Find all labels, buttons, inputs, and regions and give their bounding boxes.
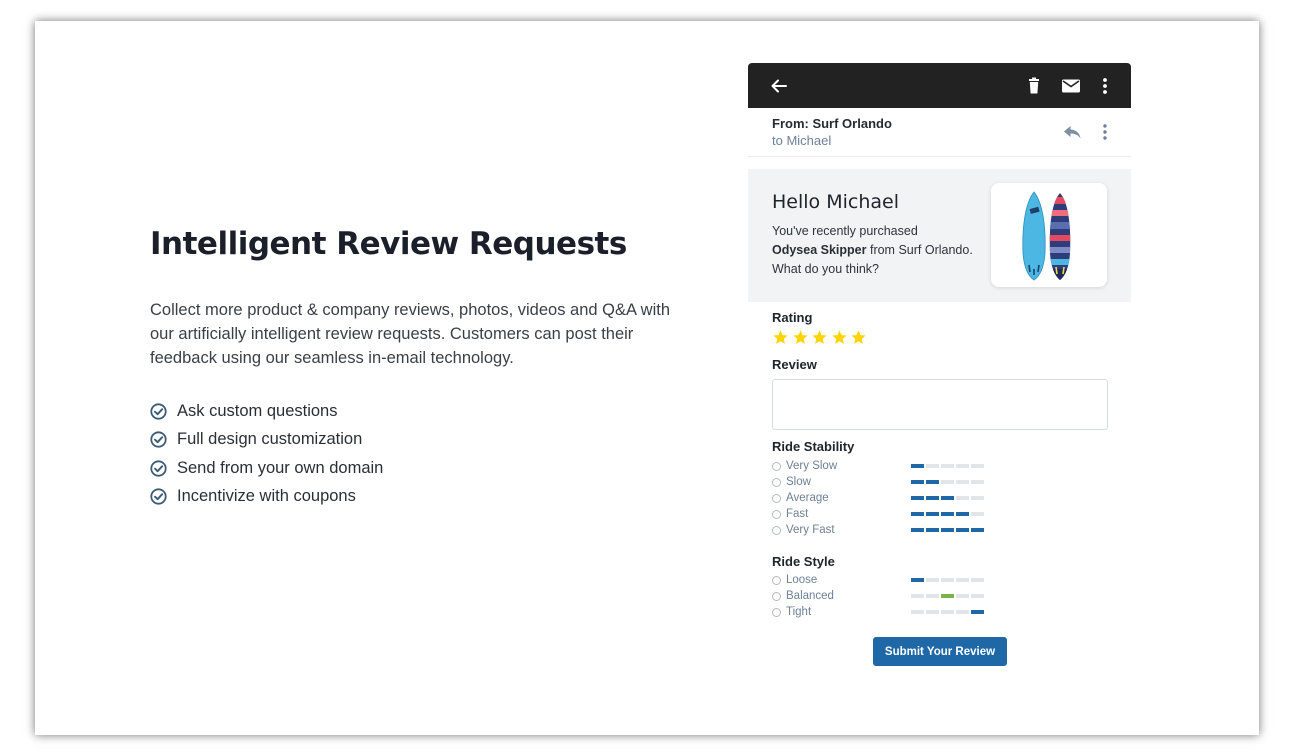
radio-button[interactable] bbox=[772, 525, 781, 535]
feature-label: Ask custom questions bbox=[177, 401, 338, 420]
ride-stability-options: Very Slow Slow Average Fast Very Fast bbox=[772, 458, 1012, 538]
radio-button[interactable] bbox=[772, 461, 781, 471]
feature-item: Full design customization bbox=[150, 426, 383, 455]
style-option[interactable]: Tight bbox=[772, 604, 1012, 620]
submit-review-button[interactable]: Submit Your Review bbox=[873, 637, 1007, 666]
check-circle-icon bbox=[150, 431, 167, 448]
radio-button[interactable] bbox=[772, 591, 781, 601]
star-rating[interactable] bbox=[772, 329, 870, 346]
level-bars bbox=[911, 480, 986, 484]
check-circle-icon bbox=[150, 403, 167, 420]
trash-icon[interactable] bbox=[1023, 75, 1045, 97]
feature-label: Incentivize with coupons bbox=[177, 487, 356, 506]
review-label: Review bbox=[772, 357, 817, 372]
message-line-2: from Surf Orlando. bbox=[866, 243, 973, 257]
option-label: Average bbox=[786, 492, 829, 504]
product-name: Odysea Skipper bbox=[772, 243, 867, 257]
check-circle-icon bbox=[150, 460, 167, 477]
message-line-3: What do you think? bbox=[772, 262, 880, 276]
level-bars bbox=[911, 528, 986, 532]
stability-option[interactable]: Average bbox=[772, 490, 1012, 506]
mail-icon[interactable] bbox=[1060, 75, 1082, 97]
radio-button[interactable] bbox=[772, 575, 781, 585]
option-label: Tight bbox=[786, 606, 812, 618]
option-label: Fast bbox=[786, 508, 809, 520]
stability-option[interactable]: Fast bbox=[772, 506, 1012, 522]
option-label: Loose bbox=[786, 574, 818, 586]
feature-label: Full design customization bbox=[177, 430, 363, 449]
position-bars bbox=[911, 594, 986, 598]
message-line-1: You've recently purchased bbox=[772, 224, 918, 238]
position-bars bbox=[911, 578, 986, 582]
feature-item: Send from your own domain bbox=[150, 454, 383, 483]
star-icon[interactable] bbox=[831, 329, 851, 346]
feature-list: Ask custom questions Full design customi… bbox=[150, 397, 383, 511]
feature-label: Send from your own domain bbox=[177, 458, 384, 477]
position-bars bbox=[911, 610, 986, 614]
email-toolbar bbox=[748, 63, 1131, 108]
stability-option[interactable]: Slow bbox=[772, 474, 1012, 490]
radio-button[interactable] bbox=[772, 509, 781, 519]
rating-label: Rating bbox=[772, 310, 813, 325]
purchase-message: You've recently purchased Odysea Skipper… bbox=[772, 222, 992, 279]
stability-option[interactable]: Very Slow bbox=[772, 458, 1012, 474]
email-preview: From: Surf Orlando to Michael Hello Mich… bbox=[748, 63, 1131, 675]
level-bars bbox=[911, 512, 986, 516]
option-label: Balanced bbox=[786, 590, 834, 602]
feature-item: Ask custom questions bbox=[150, 397, 383, 426]
feature-item: Incentivize with coupons bbox=[150, 483, 383, 512]
level-bars bbox=[911, 496, 986, 500]
more-vert-icon[interactable] bbox=[1094, 75, 1116, 97]
more-vert-icon[interactable] bbox=[1096, 121, 1114, 143]
sender: From: Surf Orlando bbox=[772, 116, 892, 131]
sender-row: From: Surf Orlando to Michael bbox=[748, 108, 1131, 157]
reply-icon[interactable] bbox=[1061, 121, 1083, 143]
ride-style-options: Loose Balanced Tight bbox=[772, 572, 1012, 620]
ride-stability-label: Ride Stability bbox=[772, 439, 855, 454]
style-option[interactable]: Balanced bbox=[772, 588, 1012, 604]
star-icon[interactable] bbox=[811, 329, 831, 346]
option-label: Slow bbox=[786, 476, 811, 488]
star-icon[interactable] bbox=[792, 329, 812, 346]
option-label: Very Slow bbox=[786, 460, 838, 472]
ride-style-label: Ride Style bbox=[772, 554, 835, 569]
level-bars bbox=[911, 464, 986, 468]
style-option[interactable]: Loose bbox=[772, 572, 1012, 588]
back-arrow-icon[interactable] bbox=[768, 75, 790, 97]
star-icon[interactable] bbox=[772, 329, 792, 346]
radio-button[interactable] bbox=[772, 493, 781, 503]
greeting-panel: Hello Michael You've recently purchased … bbox=[748, 169, 1131, 302]
recipient: to Michael bbox=[772, 133, 832, 148]
description: Collect more product & company reviews, … bbox=[150, 301, 670, 367]
star-icon[interactable] bbox=[850, 329, 870, 346]
radio-button[interactable] bbox=[772, 477, 781, 487]
option-label: Very Fast bbox=[786, 524, 835, 536]
check-circle-icon bbox=[150, 488, 167, 505]
stability-option[interactable]: Very Fast bbox=[772, 522, 1012, 538]
review-input[interactable] bbox=[772, 379, 1108, 430]
greeting: Hello Michael bbox=[772, 191, 899, 213]
radio-button[interactable] bbox=[772, 607, 781, 617]
page-title: Intelligent Review Requests bbox=[150, 226, 627, 262]
product-image bbox=[991, 183, 1107, 287]
